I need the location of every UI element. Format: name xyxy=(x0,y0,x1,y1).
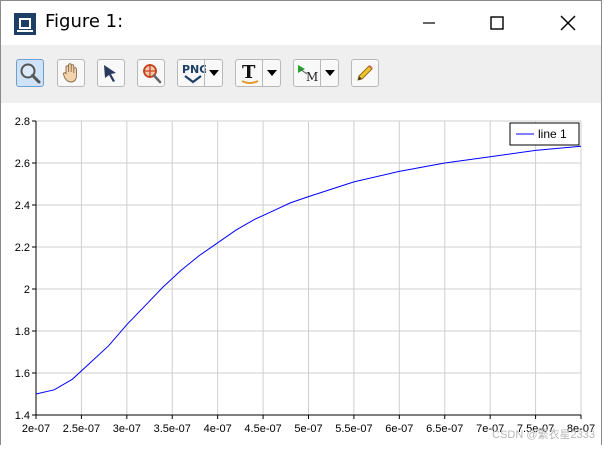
y-tick-label: 1.6 xyxy=(15,368,30,380)
x-tick-label: 4e-07 xyxy=(204,423,232,435)
watermark: CSDN @繁衣星2333 xyxy=(492,429,595,441)
x-tick-label: 6.5e-07 xyxy=(426,423,463,435)
select-button[interactable] xyxy=(97,59,125,87)
y-tick-label: 2.6 xyxy=(15,158,30,170)
hand-icon xyxy=(63,63,77,83)
x-tick-label: 3e-07 xyxy=(113,423,141,435)
window-title: Figure 1: xyxy=(45,11,124,32)
pencil-icon xyxy=(357,65,373,81)
x-tick-label: 5.5e-07 xyxy=(335,423,372,435)
maximize-button[interactable] xyxy=(474,1,520,45)
x-tick-label: 3.5e-07 xyxy=(154,423,191,435)
y-tick-label: 2 xyxy=(24,284,30,296)
text-button[interactable]: T xyxy=(235,59,281,87)
line-chart[interactable]: 2e-07 2.5e-07 3e-07 3.5e-07 4e-07 4.5e-07 5e-0… xyxy=(1,103,603,446)
minimize-button[interactable] xyxy=(406,1,452,45)
text-icon-letter: T xyxy=(242,62,256,83)
edit-button[interactable] xyxy=(351,59,379,87)
save-png-dropdown[interactable] xyxy=(204,60,222,86)
y-tick-label: 1.4 xyxy=(15,410,30,422)
marker-dropdown[interactable] xyxy=(320,60,338,86)
x-tick-label: 5e-07 xyxy=(294,423,322,435)
png-icon: PNG xyxy=(182,63,206,84)
arrow-cursor-icon xyxy=(104,65,116,82)
close-icon xyxy=(560,15,576,31)
marker-icon: M xyxy=(298,65,318,84)
minimize-icon xyxy=(423,22,435,24)
legend-label: line 1 xyxy=(538,127,567,141)
y-tick-label: 2.2 xyxy=(15,242,30,254)
x-tick-label: 2e-07 xyxy=(22,423,50,435)
zoom-button[interactable] xyxy=(16,59,44,87)
title-bar[interactable]: Figure 1: xyxy=(1,1,601,45)
marker-button[interactable]: M xyxy=(293,59,339,87)
x-tick-label: 6e-07 xyxy=(385,423,413,435)
pan-button[interactable] xyxy=(57,59,85,87)
plot-area: 2e-07 2.5e-07 3e-07 3.5e-07 4e-07 4.5e-07 5e-0… xyxy=(1,103,601,446)
maximize-icon xyxy=(490,16,504,30)
text-icon: T xyxy=(241,62,259,84)
marker-icon-letter: M xyxy=(306,70,318,84)
chevron-down-icon xyxy=(208,70,219,76)
chevron-down-icon xyxy=(324,70,335,76)
y-tick-label: 2.8 xyxy=(15,116,30,128)
chevron-down-icon xyxy=(266,70,277,76)
png-icon-text: PNG xyxy=(182,63,206,76)
figure-window: Figure 1: PNG T M 2e-07 2.5e-07 3e-07 3.… xyxy=(0,0,602,446)
figure-app-icon xyxy=(14,13,36,35)
toolbar: PNG T M xyxy=(1,45,601,103)
x-tick-label: 2.5e-07 xyxy=(63,423,100,435)
y-tick-label: 2.4 xyxy=(15,200,30,212)
text-dropdown[interactable] xyxy=(262,60,280,86)
x-tick-label: 4.5e-07 xyxy=(244,423,281,435)
close-button[interactable] xyxy=(545,1,591,45)
zoom-target-icon xyxy=(143,64,162,84)
y-tick-label: 1.8 xyxy=(15,326,30,338)
zoom-region-button[interactable] xyxy=(137,59,165,87)
save-png-button[interactable]: PNG xyxy=(177,59,223,87)
magnifier-icon xyxy=(20,63,41,84)
